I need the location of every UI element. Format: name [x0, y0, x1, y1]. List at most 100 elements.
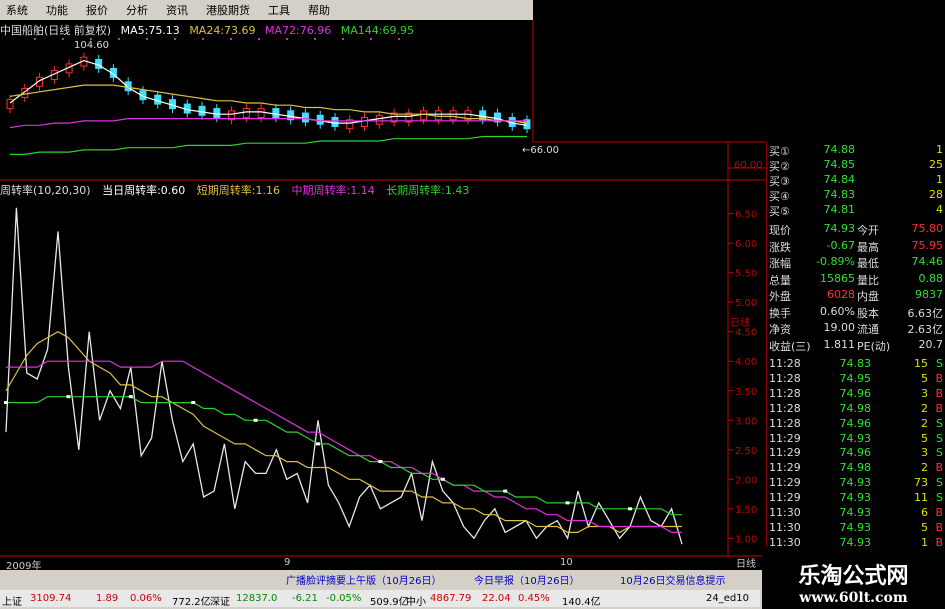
news-link-3[interactable]: 10月26日交易信息提示	[620, 572, 725, 587]
candle-body	[361, 117, 369, 127]
signal-mark	[34, 38, 36, 40]
stat-key: 总量	[769, 273, 791, 287]
tick-side: B	[935, 461, 943, 475]
indicator-dot	[316, 442, 320, 446]
stat-value: 6028	[827, 288, 855, 301]
candle-body	[257, 108, 265, 119]
candle-body	[213, 108, 221, 119]
brand-watermark: 乐淘公式网 www.60lt.com	[762, 552, 945, 609]
stat-key-2: 股本	[857, 306, 879, 320]
tick-volume: 5	[921, 371, 928, 385]
tick-time: 11:29	[769, 446, 801, 460]
tick-time: 11:28	[769, 357, 801, 370]
stat-key: 收益(三)	[769, 339, 811, 353]
tick-side: B	[935, 506, 943, 519]
signal-mark	[62, 38, 64, 40]
tick-side: S	[936, 446, 943, 460]
indicator-line	[5, 207, 683, 545]
candle-body	[434, 110, 442, 121]
stat-key-2: 量比	[857, 273, 879, 287]
tick-volume: 5	[921, 520, 928, 534]
date-label-sep: 9	[284, 557, 291, 568]
stat-key-2: 流通	[857, 323, 879, 336]
stat-key: 涨跌	[769, 240, 791, 254]
indicator-dot	[128, 395, 133, 399]
indicator-dot	[440, 477, 445, 481]
indicator-axis-label: 5.00	[735, 298, 757, 309]
signal-mark	[258, 38, 260, 40]
stat-key-2: 最高	[857, 240, 879, 254]
tick-side: S	[936, 476, 943, 490]
news-link-2[interactable]: 今日早报（10月26日）	[474, 572, 579, 587]
tick-side: B	[935, 386, 943, 400]
tick-time: 11:30	[769, 520, 801, 534]
signal-mark	[146, 38, 148, 40]
tick-volume: 5	[921, 431, 928, 445]
candle-body	[331, 117, 339, 127]
tick-side: B	[935, 535, 943, 549]
bid-row: 买⑤ 74.81 4	[767, 203, 945, 218]
sz-label: 深证	[210, 597, 230, 608]
tick-time: 11:29	[769, 431, 801, 445]
tick-volume: 73	[914, 476, 928, 490]
tick-volume: 1	[921, 535, 928, 549]
tick-volume: 11	[914, 491, 928, 505]
trade-tick-row: 11:28 74.95 5 B	[767, 372, 945, 387]
indicator-axis-label: 1.50	[735, 505, 757, 516]
stat-value: -0.67	[826, 238, 855, 252]
stat-value: 0.60%	[820, 304, 855, 318]
indicator-dot	[503, 489, 508, 493]
bid-volume: 28	[929, 188, 943, 201]
trade-tick-row: 11:30 74.93 1 B	[767, 536, 945, 551]
tick-side: B	[935, 520, 943, 534]
bid-price: 74.83	[823, 188, 856, 201]
tick-side: B	[935, 401, 943, 415]
signal-mark	[314, 38, 316, 40]
news-line: 广播脸评摘要上午版（10月26日） 今日早报（10月26日） 10月26日交易信…	[0, 572, 760, 587]
zx-change: 22.04	[482, 593, 511, 604]
date-label-oct: 10	[560, 557, 573, 568]
candle-body	[242, 108, 250, 119]
tick-price: 74.93	[839, 506, 872, 519]
tick-time: 11:29	[769, 491, 801, 505]
tick-price: 74.96	[839, 446, 872, 460]
tick-time: 11:30	[769, 535, 801, 549]
trade-tick-row: 11:28 74.96 3 B	[767, 387, 945, 402]
indicator-axis-label: 2.00	[735, 475, 757, 486]
trade-tick-row: 11:28 74.96 2 S	[767, 417, 945, 432]
stat-value: 1.811	[823, 337, 856, 351]
sh-label: 上证	[2, 597, 22, 608]
stat-value: 74.93	[823, 222, 856, 235]
stat-key: 外盘	[769, 290, 791, 303]
low-price-mark: ←66.00	[522, 145, 559, 156]
tick-side: S	[936, 491, 943, 505]
trade-tick-row: 11:29 74.93 73 S	[767, 476, 945, 491]
tick-price: 74.93	[839, 431, 872, 445]
indicator-line	[6, 360, 682, 534]
brand-name: 乐淘公式网	[798, 563, 909, 589]
tick-time: 11:29	[769, 461, 801, 475]
bid-price: 74.81	[823, 203, 856, 216]
tick-price: 74.93	[839, 520, 872, 534]
index-ticker: 上证 3109.74 1.89 0.06% 772.2亿 深证 12837.0 …	[0, 590, 760, 608]
tick-time: 11:28	[769, 371, 801, 385]
indicator-axis-label: 3.50	[735, 387, 757, 398]
stat-value-2: 74.46	[911, 255, 944, 268]
ma-line	[9, 117, 527, 129]
signal-mark	[398, 38, 400, 40]
candle-body	[375, 114, 383, 125]
bid-row: 买④ 74.83 28	[767, 188, 945, 203]
tick-volume: 2	[921, 416, 928, 430]
stat-key: 涨幅	[769, 257, 791, 270]
stat-key-2: 今开	[857, 224, 879, 237]
stat-value: -0.89%	[816, 255, 855, 268]
indicator-dot	[378, 460, 383, 464]
trade-tick-row: 11:28 74.83 15 S	[767, 357, 945, 372]
zx-label: 中小	[406, 597, 426, 608]
news-link-1[interactable]: 广播脸评摘要上午版（10月26日）	[286, 572, 441, 587]
indicator-dot	[191, 401, 196, 405]
stat-value-2: 75.80	[911, 222, 944, 235]
indicator-dot	[4, 401, 8, 405]
bid-row: 买① 74.88 1	[767, 143, 945, 158]
sh-index: 3109.74	[30, 593, 72, 604]
